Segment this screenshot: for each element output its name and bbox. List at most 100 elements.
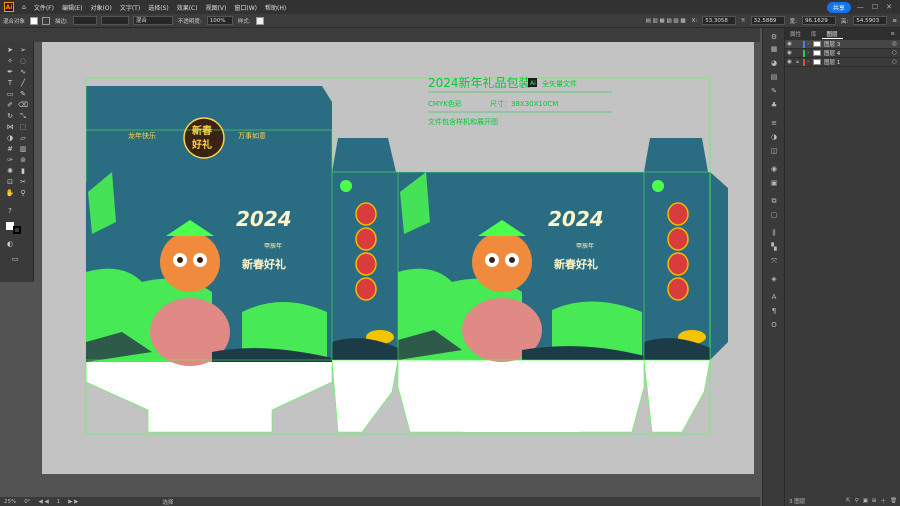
new-sublayer-icon[interactable]: ⊞ [872, 498, 877, 504]
scale-tool-icon[interactable]: ⤡ [18, 111, 28, 121]
appearance-icon[interactable]: ◉ [769, 164, 779, 174]
visibility-eye-icon[interactable]: ◉ [785, 41, 794, 47]
menu-edit[interactable]: 编辑(E) [58, 3, 86, 12]
visibility-eye-icon[interactable]: ◉ [785, 59, 794, 65]
zoom-tool-icon[interactable]: ⚲ [18, 188, 28, 198]
style-swatch[interactable] [255, 16, 264, 25]
symbol-sprayer-icon[interactable]: ✺ [5, 166, 15, 176]
mesh-tool-icon[interactable]: # [5, 144, 15, 154]
target-circle-icon[interactable]: ○ [892, 50, 900, 56]
visibility-eye-icon[interactable]: ◉ [785, 50, 794, 56]
stroke-swatch[interactable] [42, 16, 51, 25]
gradient-tool-icon[interactable]: ▥ [18, 144, 28, 154]
rotation-field[interactable]: 0° [24, 499, 30, 505]
stroke-icon[interactable]: ≡ [769, 118, 779, 128]
layers-icon[interactable]: ⧉ [769, 196, 779, 206]
layer-name[interactable]: 图层 3 [824, 40, 892, 48]
layer-row[interactable]: ◉ › 图层 4 ○ [785, 49, 900, 58]
libraries-icon[interactable]: ▦ [769, 44, 779, 54]
eraser-icon[interactable]: ⌫ [18, 100, 28, 110]
stroke-color-icon[interactable] [13, 226, 21, 234]
artboard-tool-icon[interactable]: ⊡ [5, 177, 15, 187]
opacity-field[interactable]: 100% [206, 16, 233, 25]
menu-object[interactable]: 对象(O) [86, 3, 115, 12]
menu-help[interactable]: 帮助(H) [261, 3, 290, 12]
menu-window[interactable]: 窗口(W) [230, 3, 261, 12]
minimize-icon[interactable]: — [857, 3, 864, 11]
rectangle-tool-icon[interactable]: ▭ [5, 89, 15, 99]
maximize-icon[interactable]: ☐ [872, 3, 878, 11]
layer-name[interactable]: 图层 1 [824, 58, 892, 66]
align-icons[interactable]: ▤ ▥ ▦ ▧ ▨ ▩ [646, 18, 686, 24]
lock-icon[interactable]: 🔒︎ [794, 59, 801, 66]
blend-mode-select[interactable]: 混合 [132, 16, 173, 25]
menu-effect[interactable]: 效果(C) [173, 3, 202, 12]
close-icon[interactable]: ✕ [886, 3, 892, 11]
3d-icon[interactable]: ◈ [769, 274, 779, 284]
screen-mode-icon[interactable]: ▭ [8, 254, 22, 264]
rotate-tool-icon[interactable]: ↻ [5, 111, 15, 121]
target-circle-icon[interactable]: ◎ [892, 41, 900, 47]
panel-menu-icon[interactable]: ≡ [885, 31, 900, 37]
tab-properties[interactable]: 属性 [785, 30, 806, 38]
width-tool-icon[interactable]: ⋈ [5, 122, 15, 132]
question-icon[interactable]: ? [5, 206, 15, 216]
artboard-nav-icon[interactable]: ◀ ◀ [38, 499, 48, 505]
stroke-weight-field[interactable] [72, 16, 97, 25]
color-icon[interactable]: ◕ [769, 58, 779, 68]
transform-icon[interactable]: ⤧ [769, 256, 779, 266]
more-icon[interactable]: ≡ [892, 18, 897, 24]
tab-libraries[interactable]: 库 [806, 30, 822, 38]
export-icon[interactable]: ⇱ [846, 498, 851, 504]
pen-tool-icon[interactable]: ✒ [5, 67, 15, 77]
search-icon[interactable]: ⚲ [855, 498, 859, 504]
clipping-mask-icon[interactable]: ▣ [863, 498, 868, 504]
menu-type[interactable]: 文字(T) [116, 3, 144, 12]
share-button[interactable]: 共享 [826, 1, 851, 13]
swatches-icon[interactable]: ▤ [769, 72, 779, 82]
artboard[interactable]: 2024新年礼品包装 Ai 全矢量文件 CMYK色彩 尺寸：38X30X10CM… [42, 42, 754, 474]
graph-tool-icon[interactable]: ▮ [18, 166, 28, 176]
pathfinder-icon[interactable]: ▚ [769, 242, 779, 252]
y-field[interactable]: 32.5889 [750, 16, 785, 25]
brushes-icon[interactable]: ✎ [769, 86, 779, 96]
eyedropper-icon[interactable]: ✑ [5, 155, 15, 165]
w-field[interactable]: 96.1629 [802, 16, 837, 25]
hand-tool-icon[interactable]: ✋ [5, 188, 15, 198]
menu-select[interactable]: 选择(S) [144, 3, 173, 12]
h-field[interactable]: 54.5903 [853, 16, 888, 25]
slice-tool-icon[interactable]: ✂ [18, 177, 28, 187]
brush-tool-icon[interactable]: ✎ [18, 89, 28, 99]
direct-selection-tool-icon[interactable]: ➢ [18, 45, 28, 55]
artboard-number[interactable]: 1 [57, 499, 61, 505]
symbols-icon[interactable]: ♣ [769, 100, 779, 110]
graphic-styles-icon[interactable]: ▣ [769, 178, 779, 188]
variable-width-field[interactable] [100, 16, 129, 25]
layer-row[interactable]: ◉ › 图层 3 ◎ [785, 40, 900, 49]
paragraph-icon[interactable]: ¶ [769, 306, 779, 316]
zoom-field[interactable]: 25% [4, 499, 16, 505]
draw-mode-icon[interactable]: ◐ [5, 239, 15, 249]
character-icon[interactable]: A [769, 292, 779, 302]
x-field[interactable]: 53.3058 [702, 16, 737, 25]
free-transform-icon[interactable]: ⬚ [18, 122, 28, 132]
line-tool-icon[interactable]: ╱ [18, 78, 28, 88]
artboards-icon[interactable]: ▢ [769, 210, 779, 220]
new-layer-icon[interactable]: ＋ [881, 497, 887, 505]
menu-file[interactable]: 文件(F) [30, 3, 58, 12]
layer-name[interactable]: 图层 4 [824, 49, 892, 57]
canvas[interactable]: 2024新年礼品包装 Ai 全矢量文件 CMYK色彩 尺寸：38X30X10CM… [34, 42, 762, 494]
transparency-icon[interactable]: ◫ [769, 146, 779, 156]
target-circle-icon[interactable]: ○ [892, 59, 900, 65]
layer-row[interactable]: ◉ 🔒︎ › 图层 1 ○ [785, 58, 900, 67]
curvature-icon[interactable]: ∿ [18, 67, 28, 77]
menu-view[interactable]: 视图(V) [202, 3, 231, 12]
align-icon[interactable]: ⫼ [769, 228, 779, 238]
trash-icon[interactable]: 🗑︎ [890, 498, 897, 504]
magic-wand-icon[interactable]: ✧ [5, 56, 15, 66]
perspective-icon[interactable]: ▱ [18, 133, 28, 143]
blend-tool-icon[interactable]: ⊚ [18, 155, 28, 165]
shape-builder-icon[interactable]: ◑ [5, 133, 15, 143]
shaper-tool-icon[interactable]: ✐ [5, 100, 15, 110]
gradient-icon[interactable]: ◑ [769, 132, 779, 142]
